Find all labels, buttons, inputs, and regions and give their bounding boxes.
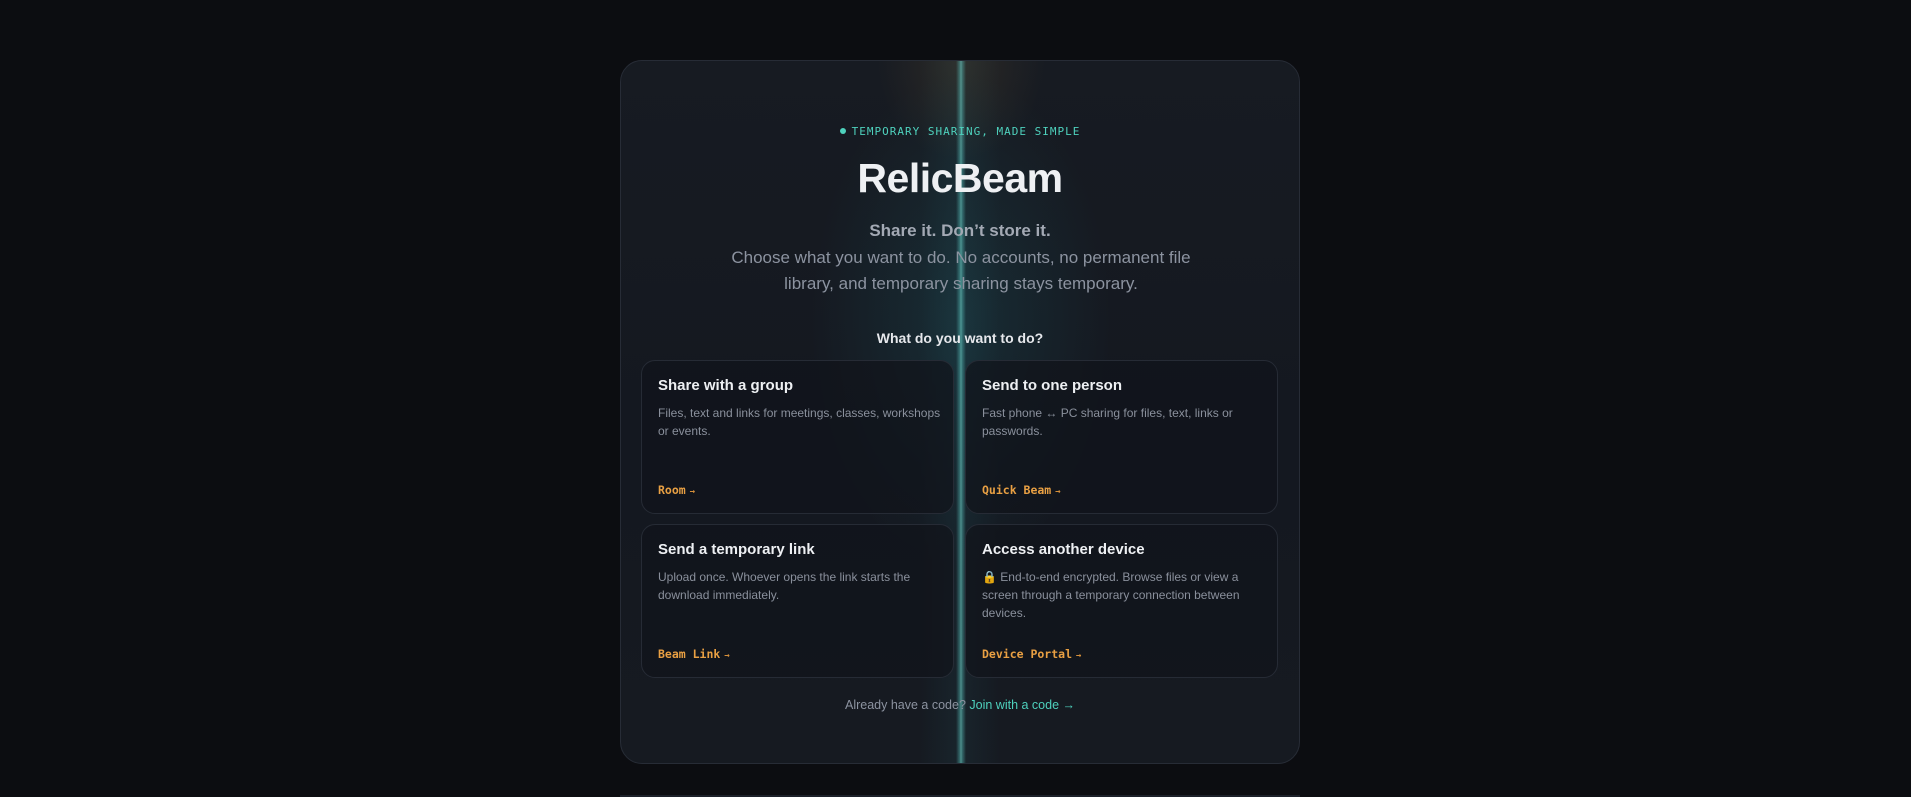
option-link-beam-link[interactable]: Beam Link →: [658, 647, 730, 661]
option-card-room[interactable]: Share with a group Files, text and links…: [641, 360, 954, 514]
welcome-card: TEMPORARY SHARING, MADE SIMPLE RelicBeam…: [620, 60, 1300, 764]
arrow-right-icon: →: [689, 487, 696, 497]
option-title: Send a temporary link: [658, 541, 815, 558]
page: TEMPORARY SHARING, MADE SIMPLE RelicBeam…: [0, 0, 1911, 797]
join-prompt: Already have a code?: [844, 698, 966, 712]
app-title: RelicBeam: [857, 155, 1063, 201]
option-title: Share with a group: [658, 377, 794, 394]
arrow-right-icon: →: [1055, 487, 1061, 497]
option-link-label: Beam Link: [658, 647, 721, 661]
option-title: Access another device: [982, 541, 1145, 558]
option-link-label: Room: [658, 483, 686, 497]
hero-tagline: Share it. Don’t store it.: [869, 221, 1051, 240]
option-card-beam-link[interactable]: Send a temporary link Upload once. Whoev…: [641, 524, 954, 678]
option-description: Files, text and links for meetings, clas…: [658, 406, 941, 438]
status-dot-icon: [839, 128, 846, 134]
option-card-device-portal[interactable]: Access another device 🔒 End-to-end encry…: [965, 524, 1278, 678]
hero-eyebrow: TEMPORARY SHARING, MADE SIMPLE: [621, 125, 1299, 138]
option-link-label: Quick Beam: [982, 483, 1052, 497]
arrow-right-icon: →: [724, 651, 730, 661]
option-link-label: Device Portal: [982, 647, 1073, 661]
join-with-code-link[interactable]: Join with a code →: [969, 698, 1075, 712]
option-description: 🔒 End-to-end encrypted. Browse files or …: [982, 570, 1240, 620]
option-link-room[interactable]: Room →: [658, 483, 695, 497]
option-link-device-portal[interactable]: Device Portal →: [982, 647, 1081, 661]
section-question: What do you want to do?: [876, 330, 1044, 346]
hero-eyebrow-text: TEMPORARY SHARING, MADE SIMPLE: [851, 125, 1081, 138]
hero-description: Choose what you want to do. No accounts,…: [731, 248, 1191, 293]
join-footer: Already have a code? Join with a code →: [621, 698, 1299, 712]
option-card-quick-beam[interactable]: Send to one person Fast phone ↔ PC shari…: [965, 360, 1278, 514]
arrow-right-icon: →: [1076, 651, 1082, 661]
option-description: Fast phone ↔ PC sharing for files, text,…: [982, 406, 1233, 438]
option-link-quick-beam[interactable]: Quick Beam →: [982, 483, 1061, 497]
option-description: Upload once. Whoever opens the link star…: [658, 570, 911, 602]
option-title: Send to one person: [982, 377, 1123, 394]
